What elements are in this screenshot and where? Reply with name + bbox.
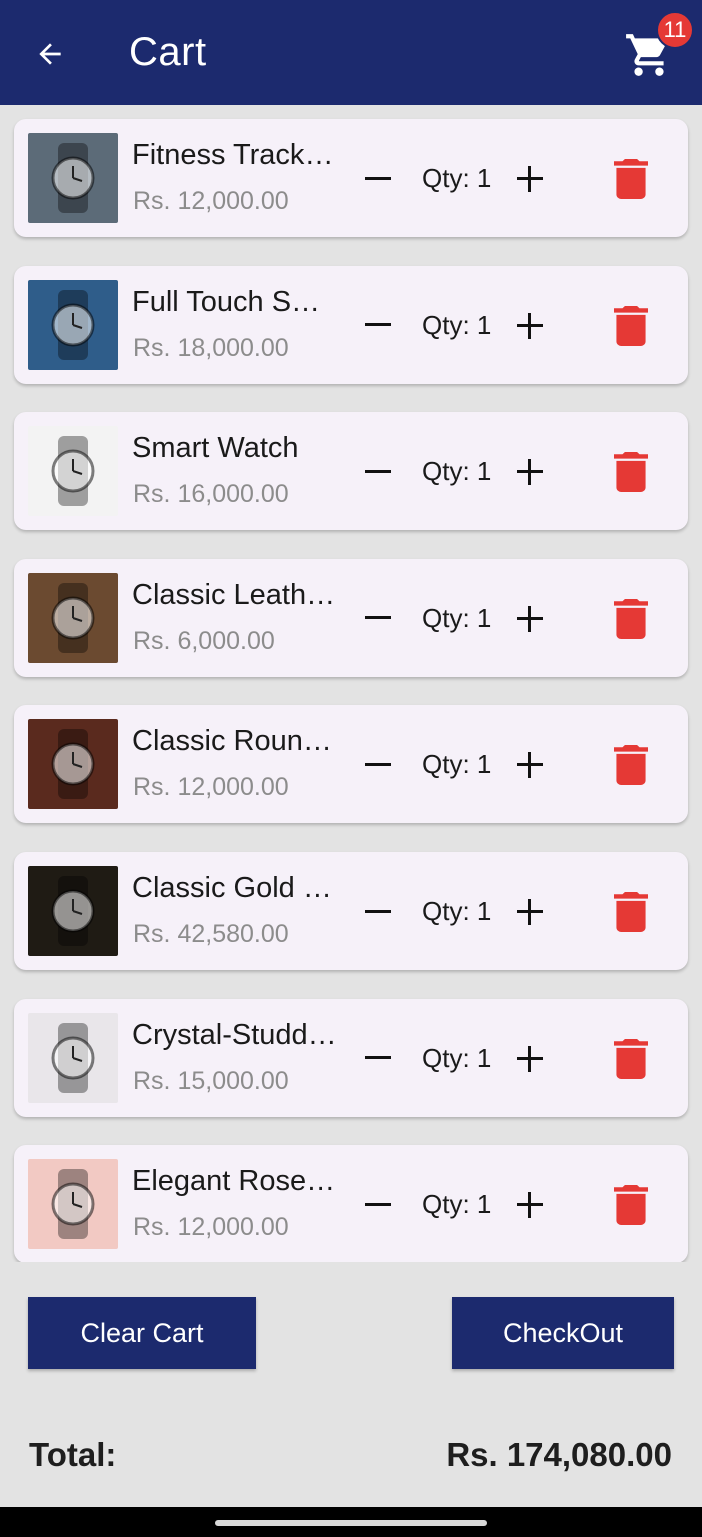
delete-item-button[interactable] <box>614 159 648 199</box>
home-indicator[interactable] <box>215 1520 487 1526</box>
page-title: Cart <box>129 30 207 74</box>
quantity-label: Qty: 1 <box>422 1042 492 1073</box>
quantity-label: Qty: 1 <box>422 163 492 193</box>
back-button[interactable] <box>30 34 70 74</box>
quantity-label: Qty: 1 <box>422 1189 492 1220</box>
quantity-label: Qty: 1 <box>422 456 492 487</box>
cart-item: Classic Leather Watch Rs. 6,000.00 Qty: … <box>14 558 688 677</box>
product-image <box>28 866 118 956</box>
product-price: Rs. 18,000.00 <box>133 333 289 362</box>
product-price: Rs. 42,580.00 <box>133 920 289 948</box>
trash-icon <box>614 1038 648 1079</box>
increase-qty-button[interactable] <box>513 1043 547 1077</box>
product-name: Classic Leather Watch <box>132 578 342 611</box>
cart-screen: Cart 11 Fitness Tracker Smartwatch Rs. 1… <box>0 0 702 1537</box>
delete-item-button[interactable] <box>614 305 648 346</box>
product-price: Rs. 12,000.00 <box>133 187 289 215</box>
cart-list[interactable]: Fitness Tracker Smartwatch Rs. 12,000.00… <box>0 105 702 1262</box>
product-name: Classic Round Watch <box>132 725 342 758</box>
product-image <box>28 1159 118 1250</box>
trash-icon <box>614 305 648 346</box>
cart-item: Classic Gold Watch Rs. 42,580.00 Qty: 1 <box>14 852 688 970</box>
delete-item-button[interactable] <box>614 598 648 639</box>
product-name: Smart Watch <box>132 432 299 465</box>
quantity-label: Qty: 1 <box>422 602 492 633</box>
cart-item: Classic Round Watch Rs. 12,000.00 Qty: 1 <box>14 705 688 824</box>
increase-qty-button[interactable] <box>513 603 547 637</box>
quantity-label: Qty: 1 <box>422 749 492 780</box>
total-value: Rs. 174,080.00 <box>446 1436 672 1473</box>
delete-item-button[interactable] <box>614 892 648 932</box>
cart-item: Crystal-Studded Watch Rs. 15,000.00 Qty:… <box>14 998 688 1117</box>
minus-icon <box>365 323 391 327</box>
product-image <box>28 719 118 810</box>
trash-icon <box>614 745 648 786</box>
decrease-qty-button[interactable] <box>361 163 395 193</box>
delete-item-button[interactable] <box>614 1038 648 1079</box>
increase-qty-button[interactable] <box>513 896 547 930</box>
trash-icon <box>614 452 648 493</box>
decrease-qty-button[interactable] <box>361 603 395 633</box>
decrease-qty-button[interactable] <box>361 896 395 926</box>
decrease-qty-button[interactable] <box>361 749 395 779</box>
minus-icon <box>365 909 391 913</box>
quantity-label: Qty: 1 <box>422 309 492 340</box>
minus-icon <box>365 1202 391 1206</box>
minus-icon <box>365 176 391 180</box>
trash-icon <box>614 892 648 932</box>
arrow-left-icon <box>39 43 61 65</box>
cart-item: Elegant Rose Watch Set Rs. 12,000.00 Qty… <box>14 1145 688 1262</box>
increase-qty-button[interactable] <box>513 310 547 344</box>
system-nav-bar <box>0 1507 702 1537</box>
trash-icon <box>614 159 648 199</box>
increase-qty-button[interactable] <box>513 1189 547 1223</box>
product-image <box>28 279 118 370</box>
product-price: Rs. 16,000.00 <box>133 480 289 509</box>
product-name: Elegant Rose Watch Set <box>132 1165 342 1198</box>
product-image <box>28 572 118 663</box>
cart-count-badge: 11 <box>656 11 694 49</box>
decrease-qty-button[interactable] <box>361 1043 395 1073</box>
minus-icon <box>365 616 391 620</box>
decrease-qty-button[interactable] <box>361 310 395 340</box>
product-image <box>28 133 118 223</box>
cart-item: Smart Watch Rs. 16,000.00 Qty: 1 <box>14 412 688 531</box>
product-name: Crystal-Studded Watch <box>132 1018 342 1051</box>
product-price: Rs. 6,000.00 <box>133 626 275 655</box>
minus-icon <box>365 1056 391 1060</box>
trash-icon <box>614 598 648 639</box>
decrease-qty-button[interactable] <box>361 1189 395 1219</box>
decrease-qty-button[interactable] <box>361 456 395 486</box>
increase-qty-button[interactable] <box>513 749 547 783</box>
delete-item-button[interactable] <box>614 745 648 786</box>
increase-qty-button[interactable] <box>513 163 547 197</box>
product-name: Classic Gold Watch <box>132 872 342 904</box>
cart-item: Fitness Tracker Smartwatch Rs. 12,000.00… <box>14 119 688 237</box>
trash-icon <box>614 1185 648 1226</box>
minus-icon <box>365 469 391 473</box>
total-label: Total: <box>29 1436 117 1473</box>
increase-qty-button[interactable] <box>513 456 547 490</box>
app-bar: Cart 11 <box>0 0 702 105</box>
product-price: Rs. 12,000.00 <box>133 773 289 802</box>
checkout-button[interactable]: CheckOut <box>452 1297 674 1369</box>
delete-item-button[interactable] <box>614 1185 648 1226</box>
minus-icon <box>365 762 391 766</box>
product-image <box>28 426 118 517</box>
product-price: Rs. 15,000.00 <box>133 1066 289 1095</box>
product-name: Full Touch Smartwatch <box>132 285 342 318</box>
cart-item: Full Touch Smartwatch Rs. 18,000.00 Qty:… <box>14 265 688 384</box>
clear-cart-button[interactable]: Clear Cart <box>28 1297 256 1369</box>
product-image <box>28 1012 118 1103</box>
quantity-label: Qty: 1 <box>422 896 492 926</box>
product-name: Fitness Tracker Smartwatch <box>132 139 342 171</box>
delete-item-button[interactable] <box>614 452 648 493</box>
product-price: Rs. 12,000.00 <box>133 1213 289 1242</box>
